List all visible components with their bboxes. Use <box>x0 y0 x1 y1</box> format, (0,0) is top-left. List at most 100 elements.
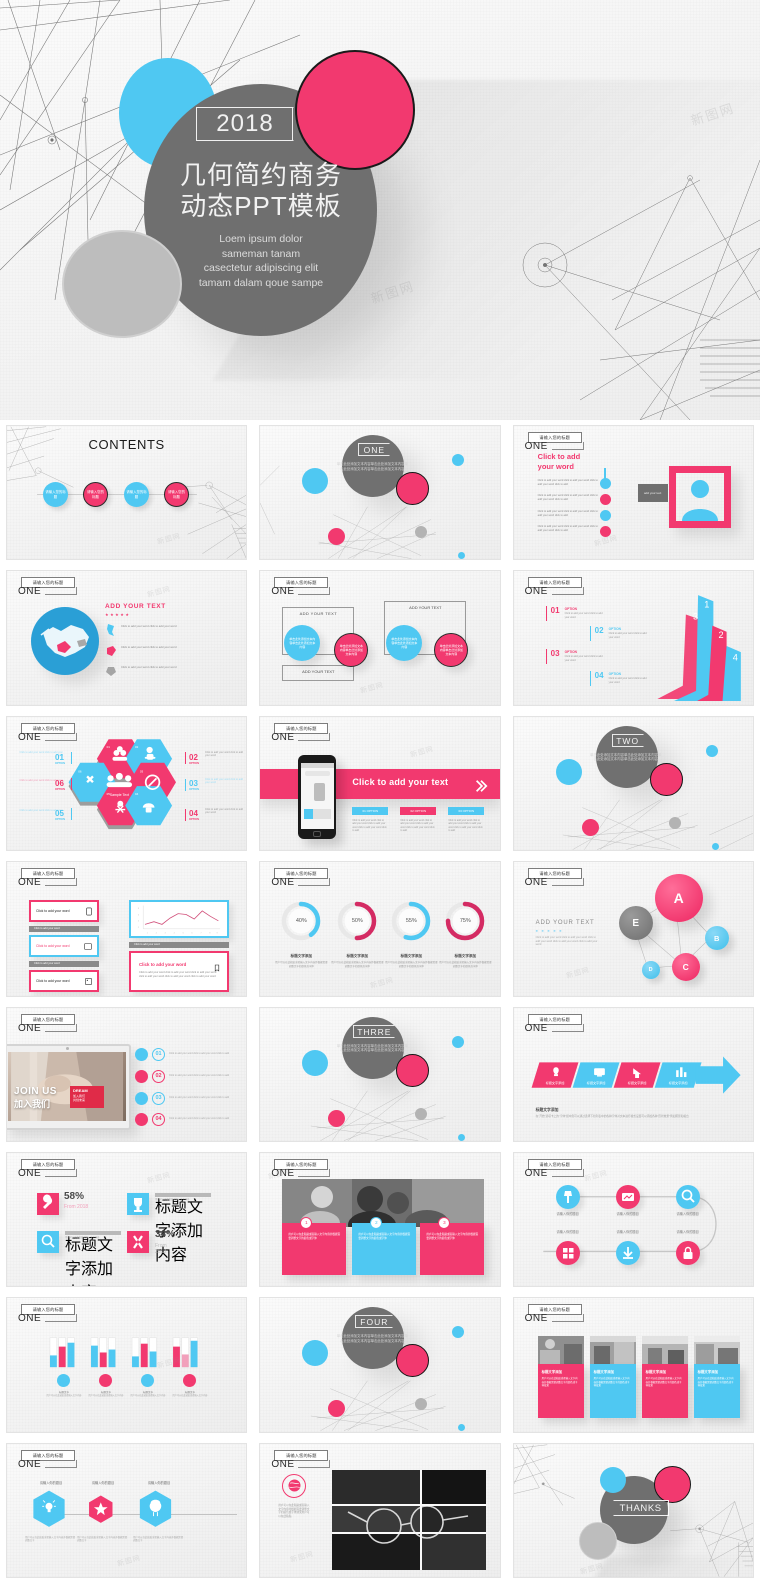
thumb-cell[interactable]: 请输入您的标题 ONE ADD YOUR TEXT ■ ■ ■ ■ ■ Clic… <box>507 856 760 1001</box>
thumb-cell[interactable]: THANKS 新图网 <box>507 1438 760 1583</box>
thumb-cell[interactable]: 请输入您的标题 ONE <box>0 1292 253 1437</box>
thumb-cell[interactable]: FOUR 单击此处添加文本内容单击此处添加文本内容单击此处添加文本内容单击此处添… <box>253 1292 506 1437</box>
thumb-cell[interactable]: CONTENTS 请输入您的标题 请输入您的标题 请输入您的标题 请输入您的标题… <box>0 420 253 565</box>
slide-donuts[interactable]: 请输入您的标题 ONE 40% 标题文字添加 用户可以在此粘贴或者输入文字内容并… <box>259 861 501 997</box>
slide-flow-loop[interactable]: 请输入您的标题 ONE 请输入你的题目 请输入你的题目 请输入你的题目 请输入你… <box>512 1151 754 1288</box>
contents-node-4[interactable]: 请输入您的标题 <box>164 482 189 507</box>
thumb-cell[interactable]: 请输入您的标题 ONE ADD YOUR TEXT ADD YOUR TEXT … <box>253 565 506 710</box>
slide-arrow-steps[interactable]: 请输入您的标题 ONE 标题文字添加 标题文字添加 标题文字添加 标题文字添加 标题… <box>512 1006 754 1142</box>
slide-network[interactable]: 请输入您的标题 ONE ADD YOUR TEXT ■ ■ ■ ■ ■ Clic… <box>512 861 754 997</box>
circle-pink-2-text: 单击此处添加文本内容单击此处添加文本内容 <box>439 644 463 657</box>
thumb-cell[interactable]: 请输入您的标题 ONE 标题文字添加 用户可以在此粘贴或者输入文字内容并根据需要… <box>507 1292 760 1437</box>
hero-pink-circle <box>295 50 415 170</box>
chip-02[interactable]: 02 OPTION <box>400 806 437 815</box>
box-3[interactable]: Click to add your word <box>29 970 99 993</box>
thumb-cell[interactable]: 请输入您的标题 ONE 用户可以在此粘贴或者输入文字内容并根据需要调整文字的颜色… <box>253 1147 506 1292</box>
flow-icon-2[interactable] <box>615 1184 640 1209</box>
thumb-cell[interactable]: 请输入您的标题 ONE Click to add your text 01 OP… <box>253 711 506 856</box>
slide-divider-two[interactable]: TWO 单击此处添加文本内容单击此处添加文本内容单击此处添加文本内容单击此处添加… <box>512 715 754 852</box>
network-node-d[interactable]: D <box>641 961 660 980</box>
thumb-cell[interactable]: 请输入您的标题 ONE <box>0 711 253 856</box>
thumb-cell[interactable]: 请输入您的标题 ONE Click to add your word Click… <box>0 856 253 1001</box>
circle-pink-1[interactable]: 单击此处添加文本内容单击此处添加文本内容 <box>334 633 369 668</box>
thumb-cell[interactable]: 请输入您的标题 ONE 40% 标题文字添加 用户可以在此粘贴或者输入文字内容并… <box>253 856 506 1001</box>
contents-node-3[interactable]: 请输入您的标题 <box>124 482 149 507</box>
flow-icon-6[interactable] <box>675 1240 700 1265</box>
slide-profile[interactable]: 请输入您的标题 ONE Click to add your word Click… <box>512 425 754 561</box>
thumb-cell[interactable]: THRRE 单击此处添加文本内容单击此处添加文本内容单击此处添加文本内容单击此处… <box>253 1002 506 1147</box>
slide-header: 请输入您的标题 ONE <box>268 868 331 888</box>
slide-globe-photo[interactable]: 请输入您的标题 ONE 用户可以在此粘贴或者输入文字内容并根据需要调整文字的颜色… <box>259 1442 501 1579</box>
profile-icon-4[interactable] <box>599 526 611 537</box>
chevron-right-icon[interactable] <box>474 779 488 793</box>
column-title-1: 标题文字添加 <box>541 1370 562 1375</box>
slide-phone-banner[interactable]: 请输入您的标题 ONE Click to add your text 01 OP… <box>259 715 501 852</box>
thumb-cell[interactable]: 请输入您的标题 ONE ADD YOUR TEXT ★★★★★ Click to… <box>0 565 253 710</box>
slide-divider-four[interactable]: FOUR 单击此处添加文本内容单击此处添加文本内容单击此处添加文本内容单击此处添… <box>259 1297 501 1433</box>
network-node-a[interactable]: A <box>654 874 703 923</box>
slide-bar-group[interactable]: 请输入您的标题 ONE 标题文字 用户可以在此粘贴或者输入文字内容 标题文字 用… <box>6 1297 248 1433</box>
slide-hexagons[interactable]: 请输入您的标题 ONE Sample Text 01 02 06 03 05 0… <box>6 715 248 852</box>
slide-photo-columns[interactable]: 请输入您的标题 ONE 标题文字添加 用户可以在此粘贴或者输入文字内容并根据需要… <box>512 1297 754 1433</box>
circle-blue-2[interactable]: 单击此处添加文本内容单击此处添加文本内容 <box>386 625 423 662</box>
column-card-1[interactable]: 标题文字添加 用户可以在此粘贴或者输入文字内容并根据需要调整文字的颜色或字体效果 <box>537 1364 584 1419</box>
profile-icon-2[interactable] <box>599 494 611 505</box>
thumb-cell[interactable]: 请输入您的标题 ONE 请输入你的题目 请输入你的题目 请输入你的题目 请输入你… <box>507 1147 760 1292</box>
thumb-cell[interactable]: 请输入您的标题 ONE 标题文字添加 标题文字添加 标题文字添加 标题文字添加 标题… <box>507 1002 760 1147</box>
flow-icon-5[interactable] <box>615 1240 640 1265</box>
frame-left-bottom-label: ADD YOUR TEXT <box>302 669 335 675</box>
network-node-c[interactable]: C <box>671 953 700 982</box>
hero-sub-3: casectetur adipiscing elit <box>203 262 319 274</box>
thumb-cell[interactable]: 请输入您的标题 ONE Click to add your word Click… <box>507 420 760 565</box>
box-2[interactable]: Click to add your word <box>29 935 99 958</box>
divider-blue-circle-1 <box>555 758 582 785</box>
photo-card-3[interactable]: 用户可以在此粘贴或者输入文字内容并根据需要调整文字的颜色或字体 <box>420 1222 485 1275</box>
thumb-cell[interactable]: 请输入您的标题 ONE JOIN US 加入我们 DREAM 加入我们共创未来 <box>0 1002 253 1147</box>
column-card-2[interactable]: 标题文字添加 用户可以在此粘贴或者输入文字内容并根据需要调整文字的颜色或字体效果 <box>589 1364 636 1419</box>
flow-icon-1[interactable] <box>555 1184 580 1209</box>
slide-contents[interactable]: CONTENTS 请输入您的标题 请输入您的标题 请输入您的标题 请输入您的标题… <box>6 425 248 561</box>
column-card-4[interactable]: 标题文字添加 用户可以在此粘贴或者输入文字内容并根据需要调整文字的颜色或字体效果 <box>693 1364 740 1419</box>
thumb-cell[interactable]: 请输入您的标题 ONE 01 OPTION Click to add your … <box>507 565 760 710</box>
slide-divider-three[interactable]: THRRE 单击此处添加文本内容单击此处添加文本内容单击此处添加文本内容单击此处… <box>259 1006 501 1142</box>
flow-icon-4[interactable] <box>555 1240 580 1265</box>
thumb-cell[interactable]: ONE 单击此处添加文本内容单击此处添加文本内容单击此处添加文本内容单击此处添加… <box>253 420 506 565</box>
svg-text:2: 2 <box>138 927 139 929</box>
slide-divider-one[interactable]: ONE 单击此处添加文本内容单击此处添加文本内容单击此处添加文本内容单击此处添加… <box>259 425 501 561</box>
box-2-text: Click to add your word <box>36 944 70 949</box>
thumb-cell[interactable]: 请输入您的标题 ONE 用户可以在此粘贴或者输入文字内容并根据需要调整文字的颜色… <box>253 1438 506 1583</box>
bottom-note-box[interactable]: Click to add your word Click to add your… <box>129 951 229 993</box>
slide-laptop[interactable]: 请输入您的标题 ONE JOIN US 加入我们 DREAM 加入我们共创未来 <box>6 1006 248 1142</box>
contents-node-1[interactable]: 请输入您的标题 <box>43 482 68 507</box>
thumb-cell[interactable]: 请输入您的标题 ONE 请输入你的题目 用户可以在此粘贴或者输入文字内容并根据需… <box>0 1438 253 1583</box>
meeting-photo <box>282 1178 485 1227</box>
slide-hex-timeline[interactable]: 请输入您的标题 ONE 请输入你的题目 用户可以在此粘贴或者输入文字内容并根据需… <box>6 1442 248 1579</box>
photo-card-2[interactable]: 用户可以在此粘贴或者输入文字内容并根据需要调整文字的颜色或字体 <box>352 1222 417 1275</box>
slide-photo-cards[interactable]: 请输入您的标题 ONE 用户可以在此粘贴或者输入文字内容并根据需要调整文字的颜色… <box>259 1151 501 1288</box>
profile-icon-3[interactable] <box>599 510 611 521</box>
slide-thanks[interactable]: THANKS 新图网 <box>512 1442 754 1579</box>
circle-pink-2[interactable]: 单击此处添加文本内容单击此处添加文本内容 <box>434 633 469 668</box>
thumb-cell[interactable]: 请输入您的标题 ONE 58% From 2018 标题文字添加内容 用户可以在… <box>0 1147 253 1292</box>
photo-card-1[interactable]: 用户可以在此粘贴或者输入文字内容并根据需要调整文字的颜色或字体 <box>282 1222 347 1275</box>
slide-boxes-chart[interactable]: 请输入您的标题 ONE Click to add your word Click… <box>6 861 248 997</box>
column-card-3[interactable]: 标题文字添加 用户可以在此粘贴或者输入文字内容并根据需要调整文字的颜色或字体效果 <box>641 1364 688 1419</box>
chip-03[interactable]: 03 OPTION <box>448 806 485 815</box>
slide-map[interactable]: 请输入您的标题 ONE ADD YOUR TEXT ★★★★★ Click to… <box>6 570 248 706</box>
network-node-e[interactable]: E <box>618 906 653 941</box>
slide-stats[interactable]: 请输入您的标题 ONE 58% From 2018 标题文字添加内容 用户可以在… <box>6 1151 248 1288</box>
box-1[interactable]: Click to add your word <box>29 900 99 923</box>
chip-01[interactable]: 01 OPTION <box>352 806 389 815</box>
hex-opt-03-num: 03 <box>189 778 198 788</box>
profile-icon-1[interactable] <box>599 478 611 489</box>
circle-blue-1[interactable]: 单击此处添加文本内容单击此处添加文本内容 <box>284 625 321 662</box>
slide-circles-frame[interactable]: 请输入您的标题 ONE ADD YOUR TEXT ADD YOUR TEXT … <box>259 570 501 706</box>
slide-arrows-3d[interactable]: 请输入您的标题 ONE 01 OPTION Click to add your … <box>512 570 754 706</box>
flow-icon-3[interactable] <box>675 1184 700 1209</box>
contents-node-2[interactable]: 请输入您的标题 <box>83 482 108 507</box>
profile-bullet-3: Click to add your word click to add your… <box>537 510 598 517</box>
thumb-cell[interactable]: TWO 单击此处添加文本内容单击此处添加文本内容单击此处添加文本内容单击此处添加… <box>507 711 760 856</box>
column-body-4: 用户可以在此粘贴或者输入文字内容并根据需要调整文字的颜色或字体效果 <box>697 1377 734 1388</box>
network-node-b[interactable]: B <box>704 926 729 951</box>
thanks-label: THANKS <box>619 1502 662 1514</box>
